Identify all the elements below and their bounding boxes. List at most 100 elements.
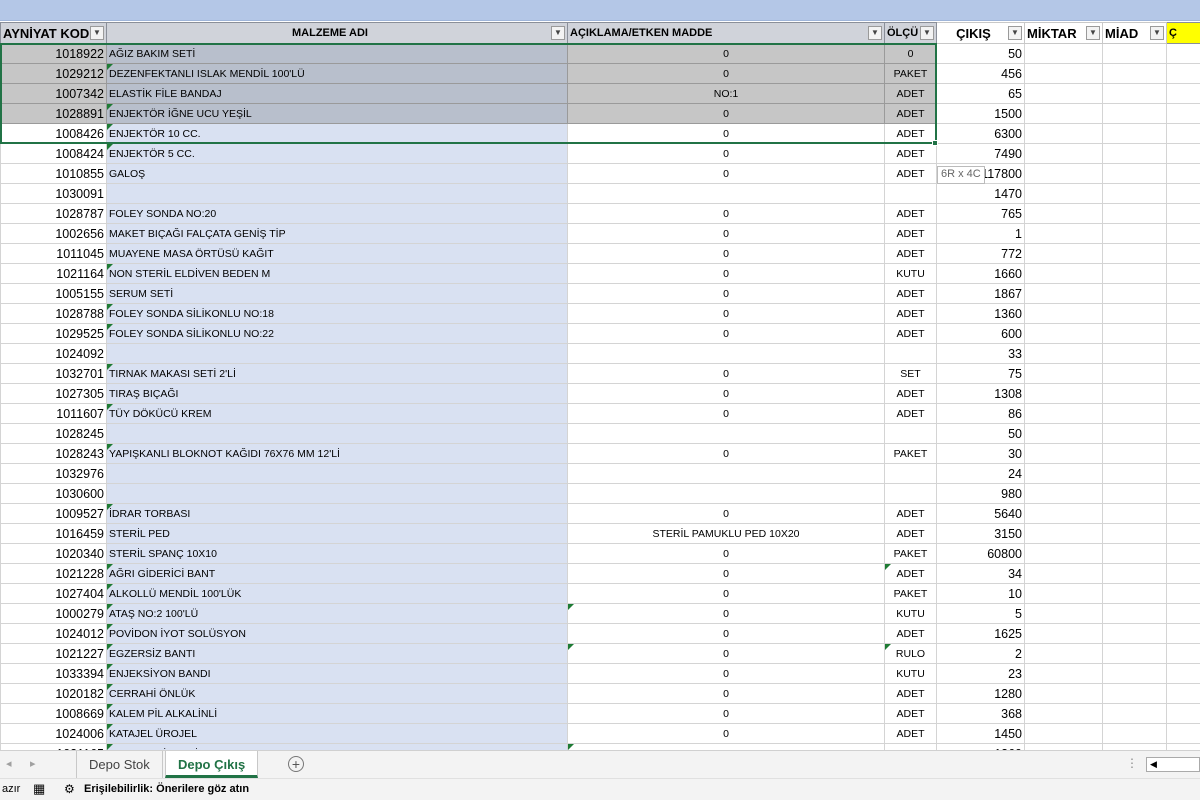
cell-olcu[interactable]: ADET xyxy=(884,383,937,404)
tab-split-handle-icon[interactable]: ⋮ xyxy=(1126,756,1138,770)
cell-kod[interactable]: 1024012 xyxy=(0,623,107,644)
cell-olcu[interactable]: ADET xyxy=(884,203,937,224)
cell-kod[interactable]: 1029525 xyxy=(0,323,107,344)
accessibility-icon[interactable]: ⚙ xyxy=(64,782,75,796)
cell-malzeme-adi[interactable]: AĞIZ BAKIM SETİ xyxy=(106,43,568,64)
cell-olcu[interactable]: ADET xyxy=(884,83,937,104)
cell-aciklama[interactable]: 0 xyxy=(567,583,885,604)
cell-extra[interactable] xyxy=(1166,503,1200,524)
cell-olcu[interactable]: ADET xyxy=(884,143,937,164)
cell-kod[interactable]: 1024092 xyxy=(0,343,107,364)
filter-dropdown-icon[interactable]: ▼ xyxy=(1086,26,1100,40)
cell-cikis[interactable]: 50 xyxy=(936,43,1025,64)
cell-miktar[interactable] xyxy=(1024,43,1103,64)
cell-extra[interactable] xyxy=(1166,483,1200,504)
cell-kod[interactable]: 1008426 xyxy=(0,123,107,144)
cell-extra[interactable] xyxy=(1166,323,1200,344)
cell-miktar[interactable] xyxy=(1024,203,1103,224)
cell-aciklama[interactable]: 0 xyxy=(567,643,885,664)
cell-cikis[interactable]: 1500 xyxy=(936,103,1025,124)
macro-record-icon[interactable]: ▦ xyxy=(33,781,45,797)
cell-olcu[interactable]: ADET xyxy=(884,123,937,144)
cell-olcu[interactable]: KUTU xyxy=(884,663,937,684)
cell-cikis[interactable]: 60800 xyxy=(936,543,1025,564)
cell-miktar[interactable] xyxy=(1024,403,1103,424)
cell-extra[interactable] xyxy=(1166,723,1200,744)
cell-cikis[interactable]: 50 xyxy=(936,423,1025,444)
cell-miad[interactable] xyxy=(1102,343,1167,364)
cell-extra[interactable] xyxy=(1166,623,1200,644)
cell-miktar[interactable] xyxy=(1024,343,1103,364)
cell-olcu[interactable]: ADET xyxy=(884,623,937,644)
filter-dropdown-icon[interactable]: ▼ xyxy=(551,26,565,40)
cell-miad[interactable] xyxy=(1102,603,1167,624)
cell-miad[interactable] xyxy=(1102,263,1167,284)
cell-kod[interactable]: 1020182 xyxy=(0,683,107,704)
cell-malzeme-adi[interactable]: MAKET BIÇAĞI FALÇATA GENİŞ TİP xyxy=(106,223,568,244)
cell-kod[interactable]: 1028787 xyxy=(0,203,107,224)
cell-cikis[interactable]: 1308 xyxy=(936,383,1025,404)
column-header-aciklama[interactable]: AÇIKLAMA/ETKEN MADDE ▼ xyxy=(567,22,885,44)
cell-cikis[interactable]: 23 xyxy=(936,663,1025,684)
cell-extra[interactable] xyxy=(1166,343,1200,364)
cell-cikis[interactable]: 30 xyxy=(936,443,1025,464)
cell-miad[interactable] xyxy=(1102,443,1167,464)
cell-cikis[interactable]: 5640 xyxy=(936,503,1025,524)
cell-miktar[interactable] xyxy=(1024,163,1103,184)
cell-miad[interactable] xyxy=(1102,583,1167,604)
cell-miad[interactable] xyxy=(1102,323,1167,344)
cell-kod[interactable]: 1027404 xyxy=(0,583,107,604)
cell-extra[interactable] xyxy=(1166,363,1200,384)
add-sheet-icon[interactable]: + xyxy=(288,756,304,772)
cell-cikis[interactable]: 10 xyxy=(936,583,1025,604)
cell-miktar[interactable] xyxy=(1024,363,1103,384)
cell-malzeme-adi[interactable]: ENJEKTÖR 10 CC. xyxy=(106,123,568,144)
cell-miad[interactable] xyxy=(1102,463,1167,484)
cell-kod[interactable]: 1030600 xyxy=(0,483,107,504)
cell-cikis[interactable]: 7490 xyxy=(936,143,1025,164)
cell-olcu[interactable]: ADET xyxy=(884,243,937,264)
cell-kod[interactable]: 1029212 xyxy=(0,63,107,84)
cell-malzeme-adi[interactable]: ATAŞ NO:2 100'LÜ xyxy=(106,603,568,624)
cell-miad[interactable] xyxy=(1102,563,1167,584)
cell-miad[interactable] xyxy=(1102,643,1167,664)
cell-cikis[interactable]: 1 xyxy=(936,223,1025,244)
cell-aciklama[interactable]: 0 xyxy=(567,623,885,644)
cell-miad[interactable] xyxy=(1102,43,1167,64)
cell-miktar[interactable] xyxy=(1024,63,1103,84)
cell-malzeme-adi[interactable]: ENJEKTÖR İĞNE UCU YEŞİL xyxy=(106,103,568,124)
cell-olcu[interactable]: PAKET xyxy=(884,583,937,604)
cell-cikis[interactable]: 1360 xyxy=(936,303,1025,324)
cell-kod[interactable]: 1021228 xyxy=(0,563,107,584)
cell-malzeme-adi[interactable]: EGZERSİZ BANTI xyxy=(106,643,568,664)
cell-aciklama[interactable]: 0 xyxy=(567,383,885,404)
cell-olcu[interactable] xyxy=(884,343,937,364)
cell-miad[interactable] xyxy=(1102,283,1167,304)
cell-miktar[interactable] xyxy=(1024,183,1103,204)
cell-malzeme-adi[interactable]: CERRAHİ ÖNLÜK xyxy=(106,683,568,704)
cell-miad[interactable] xyxy=(1102,183,1167,204)
cell-extra[interactable] xyxy=(1166,543,1200,564)
cell-malzeme-adi[interactable]: NON STERİL ELDİVEN BEDEN M xyxy=(106,263,568,284)
cell-olcu[interactable]: ADET xyxy=(884,223,937,244)
cell-malzeme-adi[interactable]: FOLEY SONDA SİLİKONLU NO:22 xyxy=(106,323,568,344)
cell-miad[interactable] xyxy=(1102,523,1167,544)
cell-cikis[interactable]: 75 xyxy=(936,363,1025,384)
tab-depo-stok[interactable]: Depo Stok xyxy=(76,751,163,778)
cell-miktar[interactable] xyxy=(1024,523,1103,544)
cell-olcu[interactable]: ADET xyxy=(884,403,937,424)
cell-kod[interactable]: 1028243 xyxy=(0,443,107,464)
cell-extra[interactable] xyxy=(1166,183,1200,204)
cell-malzeme-adi[interactable]: TIRNAK MAKASI SETİ 2'Lİ xyxy=(106,363,568,384)
cell-malzeme-adi[interactable] xyxy=(106,463,568,484)
cell-aciklama[interactable]: 0 xyxy=(567,263,885,284)
cell-aciklama[interactable] xyxy=(567,463,885,484)
cell-olcu[interactable]: KUTU xyxy=(884,603,937,624)
cell-cikis[interactable]: 86 xyxy=(936,403,1025,424)
cell-olcu[interactable] xyxy=(884,183,937,204)
cell-cikis[interactable]: 5 xyxy=(936,603,1025,624)
cell-miad[interactable] xyxy=(1102,503,1167,524)
cell-miad[interactable] xyxy=(1102,623,1167,644)
cell-cikis[interactable]: 65 xyxy=(936,83,1025,104)
column-header-ad[interactable]: MALZEME ADI ▼ xyxy=(106,22,568,44)
